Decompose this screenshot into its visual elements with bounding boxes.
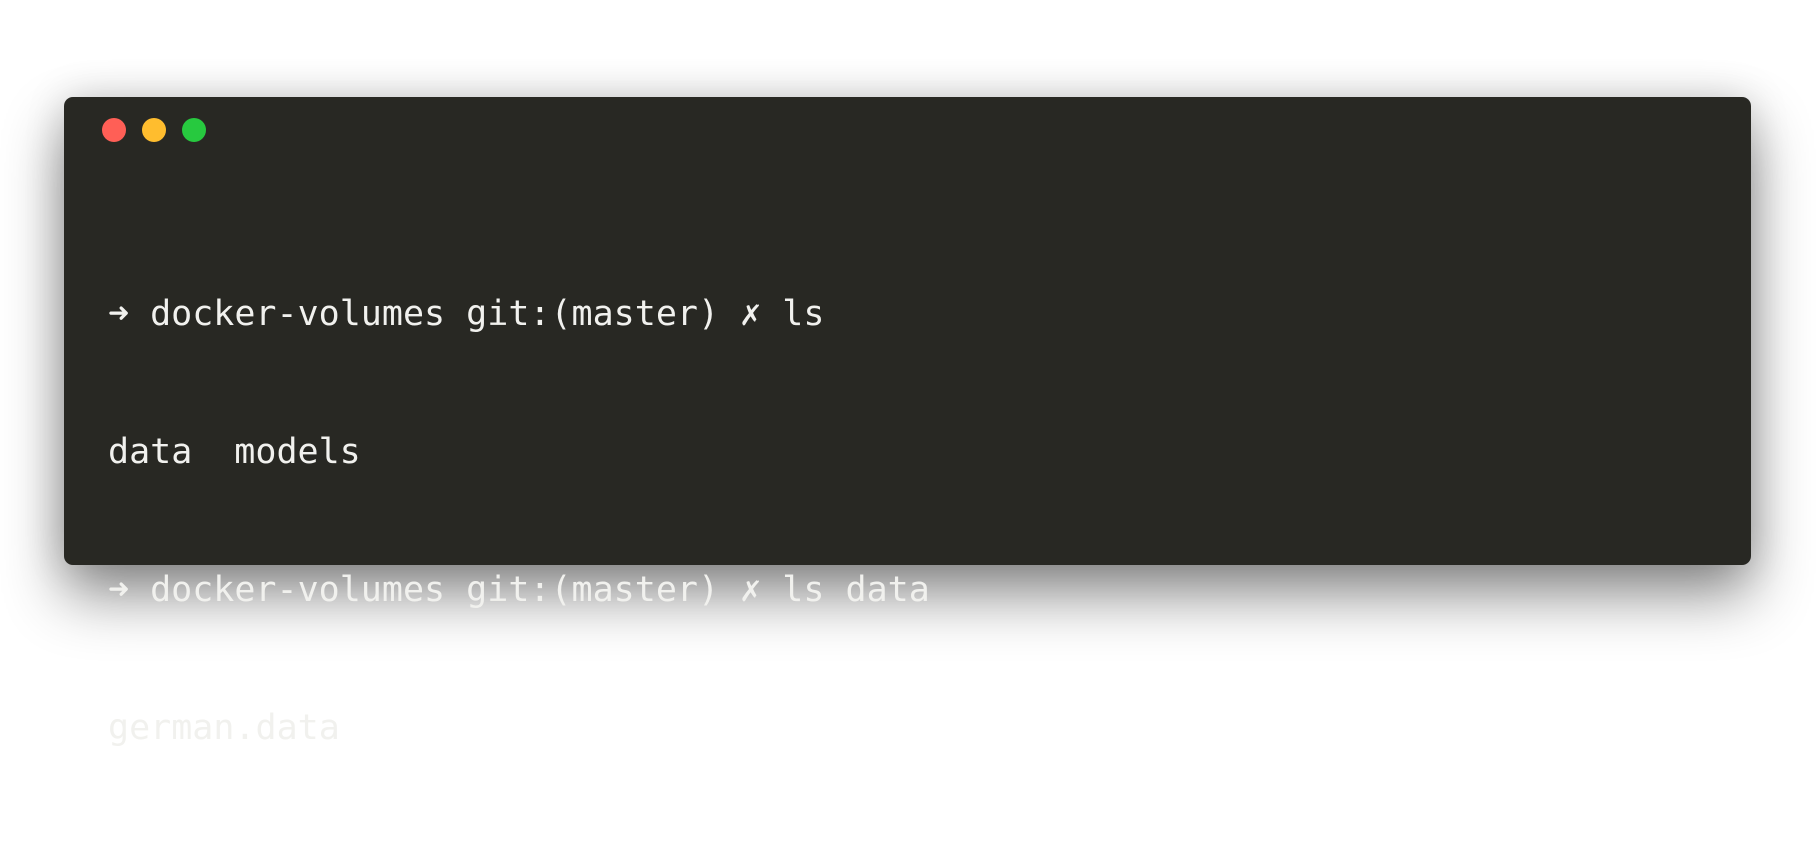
prompt-line: ➜ docker-volumes git:(master) ✗ ls: [108, 291, 1711, 337]
prompt-git-branch: git:(master): [466, 570, 720, 610]
window-titlebar[interactable]: [64, 97, 1751, 161]
prompt-arrow-icon: ➜: [108, 570, 130, 610]
output-item: data: [108, 432, 193, 472]
command-text: ls: [782, 294, 825, 334]
dirty-state-icon: ✗: [740, 294, 762, 334]
output-line: german.data: [108, 705, 1711, 751]
terminal-output[interactable]: ➜ docker-volumes git:(master) ✗ ls data mo…: [108, 199, 1711, 843]
zoom-window-button[interactable]: [182, 118, 206, 142]
output-item: german.data: [108, 708, 340, 748]
close-window-button[interactable]: [102, 118, 126, 142]
command-text: ls data: [782, 570, 930, 610]
terminal-window: ➜ docker-volumes git:(master) ✗ ls data mo…: [64, 97, 1751, 748]
output-item: models: [234, 432, 361, 472]
output-line: data models: [108, 429, 1711, 475]
dirty-state-icon: ✗: [740, 570, 762, 610]
minimize-window-button[interactable]: [142, 118, 166, 142]
prompt-directory: docker-volumes: [150, 570, 446, 610]
prompt-directory: docker-volumes: [150, 294, 446, 334]
prompt-arrow-icon: ➜: [108, 294, 130, 334]
prompt-line: ➜ docker-volumes git:(master) ✗ ls data: [108, 567, 1711, 613]
prompt-git-branch: git:(master): [466, 294, 720, 334]
